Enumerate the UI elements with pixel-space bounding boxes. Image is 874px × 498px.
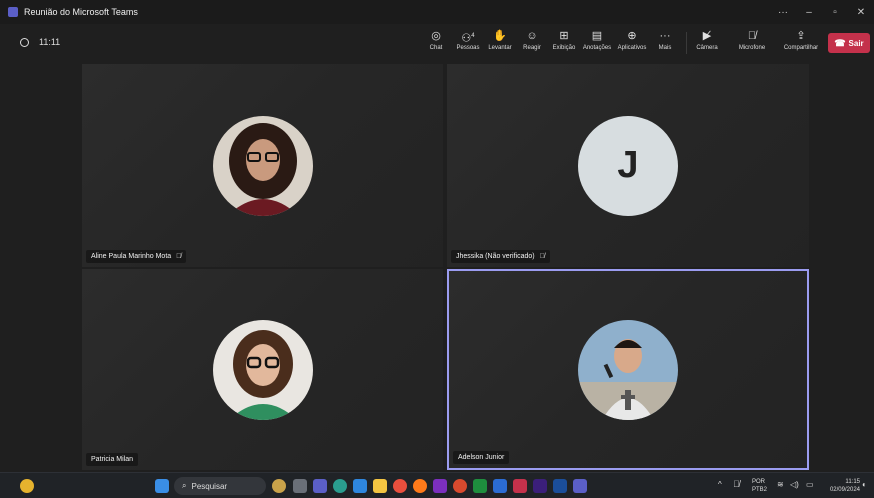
windows-taskbar: ⌕ Pesquisar ^ 🎙̸ POR PTB2 ≋ ◁) ▭ 11:15 0… — [0, 472, 874, 498]
participant-name: Patricia Milan — [91, 456, 134, 463]
react-label: Reagir — [523, 45, 541, 51]
notes-label: Anotações — [582, 45, 612, 51]
meeting-info-icon[interactable] — [20, 37, 29, 47]
people-label: Pessoas — [456, 45, 480, 51]
participant-tile-speaking[interactable]: Adelson Junior — [447, 269, 809, 470]
participant-name: Aline Paula Marinho Mota — [91, 253, 172, 260]
elapsed-time: 11:11 — [39, 37, 61, 47]
participant-name: Adelson Junior — [458, 454, 505, 461]
meeting-toolbar: 11:11 ◎ Chat ⚇4 Pessoas ✋ Levantar ☺ Rea… — [0, 24, 874, 62]
search-placeholder: Pesquisar — [191, 481, 228, 491]
title-bar: Reunião do Microsoft Teams ··· – ▫ ✕ — [0, 0, 874, 24]
clock-date: 02/09/2024 — [829, 487, 860, 493]
mic-tray-icon[interactable]: 🎙̸ — [733, 480, 740, 489]
chevron-up-icon[interactable]: ^ — [718, 481, 722, 489]
teams-icon[interactable] — [573, 479, 587, 493]
news-icon[interactable] — [272, 479, 286, 493]
participant-tile[interactable]: Aline Paula Marinho Mota 🎙̸ — [82, 64, 443, 267]
ellipsis-icon: ··· — [659, 30, 671, 42]
microphone-label: Microfone — [738, 45, 766, 51]
close-button[interactable]: ✕ — [848, 7, 874, 18]
share-button[interactable]: ⇪ Compartilhar — [780, 28, 822, 58]
leave-label: Sair — [848, 38, 864, 48]
window-controls: ··· – ▫ ✕ — [770, 0, 874, 24]
chat-label: Chat — [429, 45, 443, 51]
keyboard-layout: PTB2 — [752, 487, 768, 493]
start-icon[interactable] — [155, 479, 169, 493]
battery-icon[interactable]: ▭ — [806, 481, 814, 489]
firefox-icon[interactable] — [413, 479, 427, 493]
participant-name: Jhessika (Não verificado) — [456, 253, 535, 260]
participant-tile[interactable]: Patricia Milan — [82, 269, 443, 470]
language-indicator[interactable]: POR PTB2 — [752, 478, 767, 494]
clock-time: 11:15 — [845, 479, 860, 485]
participant-avatar — [212, 319, 313, 420]
onenote-icon[interactable] — [433, 479, 447, 493]
minimize-button[interactable]: – — [796, 7, 822, 18]
share-label: Compartilhar — [783, 45, 819, 51]
grid-icon: ⊞ — [559, 30, 569, 42]
clock[interactable]: 11:15 02/09/2024 — [822, 478, 860, 494]
participant-nameplate: Patricia Milan — [86, 453, 139, 466]
camera-button[interactable]: ▶̸ Câmera — [688, 28, 726, 58]
camera-off-icon: ▶̸ — [702, 30, 712, 42]
notification-icon[interactable]: ◐ — [862, 481, 867, 489]
participant-initial-avatar: J — [578, 115, 678, 216]
teams-logo-icon — [8, 7, 18, 17]
store-icon[interactable] — [353, 479, 367, 493]
participant-nameplate: Adelson Junior — [453, 451, 510, 464]
illustrator-icon[interactable] — [513, 479, 527, 493]
participant-avatar — [212, 115, 313, 216]
search-icon: ⌕ — [182, 481, 187, 490]
mic-muted-icon: 🎙̸ — [176, 253, 182, 260]
people-icon: ⚇4 — [461, 32, 475, 45]
participant-nameplate: Aline Paula Marinho Mota 🎙̸ — [86, 250, 187, 263]
chrome-icon[interactable] — [393, 479, 407, 493]
mic-off-icon: 🎙̸ — [747, 30, 757, 42]
more-button[interactable]: ··· Mais — [646, 28, 684, 58]
plus-icon: ⊕ — [627, 30, 637, 42]
restore-button[interactable]: ▫ — [822, 7, 848, 18]
file-explorer-icon[interactable] — [373, 479, 387, 493]
video-stage: Aline Paula Marinho Mota 🎙̸ J Jhessika (… — [0, 62, 874, 472]
word-icon[interactable] — [493, 479, 507, 493]
powerpoint-icon[interactable] — [453, 479, 467, 493]
wifi-icon[interactable]: ≋ — [777, 481, 784, 489]
microphone-button[interactable]: 🎙̸ Microfone — [733, 28, 771, 58]
leave-button[interactable]: ☎ Sair — [828, 33, 870, 53]
notes-button[interactable]: ▤ Anotações — [578, 28, 616, 58]
language-code: POR — [752, 479, 766, 485]
taskbar-search[interactable]: ⌕ Pesquisar — [174, 477, 266, 495]
volume-icon[interactable]: ◁) — [790, 481, 799, 489]
edge-icon[interactable] — [333, 479, 347, 493]
photoshop-icon[interactable] — [553, 479, 567, 493]
phone-icon: ☎ — [834, 37, 846, 48]
more-options-button[interactable]: ··· — [770, 7, 796, 18]
raise-hand-label: Levantar — [488, 45, 512, 51]
excel-icon[interactable] — [473, 479, 487, 493]
teams-chat-icon[interactable] — [313, 479, 327, 493]
participant-avatar — [578, 319, 678, 420]
window-title: Reunião do Microsoft Teams — [24, 7, 138, 17]
participant-initial: J — [617, 144, 639, 186]
meeting-timer: 11:11 — [20, 37, 60, 47]
smile-icon: ☺ — [526, 30, 538, 42]
widgets-icon[interactable] — [20, 479, 34, 493]
hand-icon: ✋ — [493, 30, 507, 42]
participant-tile[interactable]: J Jhessika (Não verificado) 🎙̸ — [447, 64, 809, 267]
premiere-icon[interactable] — [533, 479, 547, 493]
share-icon: ⇪ — [796, 30, 806, 42]
apps-label: Aplicativos — [617, 45, 647, 51]
view-label: Exibição — [552, 45, 576, 51]
camera-label: Câmera — [696, 45, 718, 51]
more-label: Mais — [658, 45, 672, 51]
people-count: 4 — [471, 33, 475, 39]
participant-nameplate: Jhessika (Não verificado) 🎙̸ — [451, 250, 550, 263]
chat-icon: ◎ — [431, 30, 441, 42]
mic-muted-icon: 🎙̸ — [539, 253, 545, 260]
task-view-icon[interactable] — [293, 479, 307, 493]
notes-icon: ▤ — [591, 30, 603, 42]
toolbar-divider — [686, 32, 687, 54]
